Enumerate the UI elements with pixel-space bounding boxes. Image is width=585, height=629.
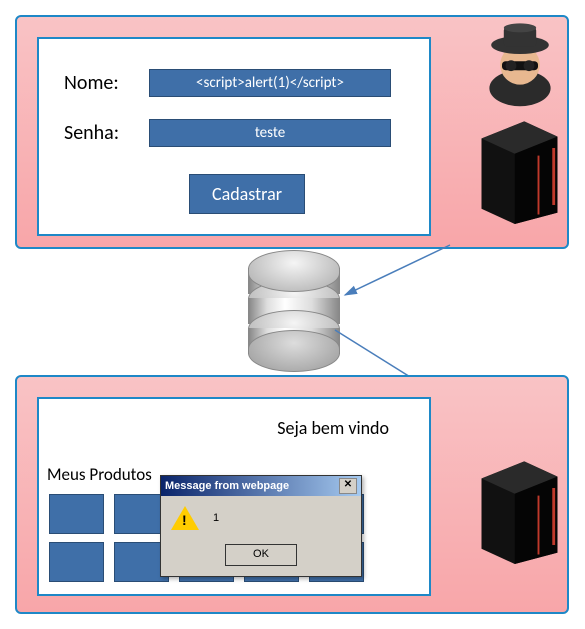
registration-form: Nome: <script>alert(1)</script> Senha: t… xyxy=(37,37,431,236)
server-icon-bottom xyxy=(472,450,567,560)
password-label: Senha: xyxy=(64,121,149,145)
product-item[interactable] xyxy=(49,494,104,534)
product-item[interactable] xyxy=(49,542,104,582)
js-alert-dialog: Message from webpage ✕ 1 OK xyxy=(160,475,362,577)
close-icon[interactable]: ✕ xyxy=(339,478,357,494)
dialog-body: 1 xyxy=(161,496,361,540)
dialog-message: 1 xyxy=(213,512,219,524)
name-label: Nome: xyxy=(64,71,149,95)
name-row: Nome: <script>alert(1)</script> xyxy=(64,69,391,97)
password-input[interactable]: teste xyxy=(149,119,391,147)
password-row: Senha: teste xyxy=(64,119,391,147)
submit-button[interactable]: Cadastrar xyxy=(189,174,305,214)
dialog-footer: OK xyxy=(161,540,361,576)
name-input[interactable]: <script>alert(1)</script> xyxy=(149,69,391,97)
products-title: Meus Produtos xyxy=(47,464,152,485)
dialog-titlebar: Message from webpage ✕ xyxy=(161,476,361,496)
database-icon xyxy=(248,250,338,360)
welcome-text: Seja bem vindo xyxy=(277,417,389,439)
server-icon-top xyxy=(472,110,567,220)
warning-icon xyxy=(171,506,199,530)
dialog-title-text: Message from webpage xyxy=(165,480,289,492)
attacker-icon xyxy=(475,18,565,108)
ok-button[interactable]: OK xyxy=(225,544,297,566)
